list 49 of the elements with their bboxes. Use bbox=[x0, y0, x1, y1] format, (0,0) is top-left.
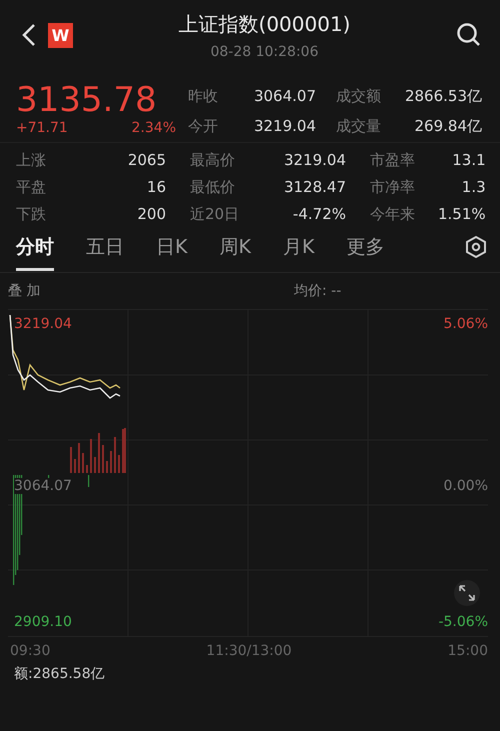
stat-label: 近20日 bbox=[190, 205, 240, 224]
stat-label: 今年来 bbox=[370, 205, 416, 224]
stat-label: 昨收 bbox=[188, 86, 219, 106]
stat-label: 成交量 bbox=[335, 116, 382, 136]
stat-label: 市净率 bbox=[370, 178, 416, 197]
stat-label: 上涨 bbox=[16, 151, 47, 170]
stat-value: 1.3 bbox=[460, 178, 486, 197]
chart-tab[interactable]: 月K bbox=[282, 234, 314, 270]
price-change: +71.71 bbox=[16, 120, 68, 136]
stat-value: 16 bbox=[146, 178, 166, 197]
stat-label: 最高价 bbox=[190, 151, 236, 170]
stat-value: 3064.07 bbox=[252, 87, 316, 105]
chart-tab[interactable]: 日K bbox=[156, 234, 188, 270]
stat-label: 成交额 bbox=[335, 86, 382, 106]
search-icon[interactable] bbox=[456, 22, 482, 48]
chart-tab[interactable]: 分时 bbox=[16, 234, 54, 270]
time-label: 15:00 bbox=[448, 643, 488, 659]
logo-badge: W bbox=[48, 22, 73, 48]
turnover-amount: 额:2865.58亿 bbox=[13, 665, 106, 684]
stat-label: 平盘 bbox=[16, 178, 47, 197]
expand-button[interactable] bbox=[454, 580, 480, 606]
stat-value: 1.51% bbox=[438, 205, 486, 224]
stat-label: 下跌 bbox=[16, 205, 47, 224]
time-label: 11:30/13:00 bbox=[206, 643, 292, 659]
stat-label: 今开 bbox=[188, 116, 219, 136]
chart-tab[interactable]: 更多 bbox=[346, 234, 384, 270]
stat-value: -4.72% bbox=[292, 205, 346, 224]
percent-change: 2.34% bbox=[132, 120, 176, 136]
update-time: 08-28 10:28:06 bbox=[210, 44, 318, 60]
stat-value: 3128.47 bbox=[282, 178, 346, 197]
stat-value: 3219.04 bbox=[252, 117, 316, 135]
chart-tab[interactable]: 周K bbox=[219, 234, 251, 270]
back-icon[interactable] bbox=[22, 23, 36, 47]
average-price: 均价: -- bbox=[294, 282, 342, 300]
stat-label: 最低价 bbox=[190, 178, 236, 197]
settings-icon[interactable] bbox=[466, 236, 486, 258]
current-price: 3135.78 bbox=[16, 80, 157, 120]
stat-value: 2866.53亿 bbox=[404, 86, 482, 106]
stat-label: 市盈率 bbox=[370, 151, 416, 170]
stat-value: 200 bbox=[136, 205, 166, 224]
chart-tab[interactable]: 五日 bbox=[86, 234, 124, 270]
index-title: 上证指数(000001) bbox=[178, 10, 350, 38]
stat-value: 269.84亿 bbox=[414, 116, 482, 136]
overlay-label[interactable]: 叠 加 bbox=[8, 282, 294, 300]
stat-value: 2065 bbox=[126, 151, 166, 170]
stat-value: 13.1 bbox=[451, 151, 486, 170]
time-label: 09:30 bbox=[10, 643, 50, 659]
stat-value: 3219.04 bbox=[282, 151, 346, 170]
axis-label: 3064.07 bbox=[14, 478, 72, 494]
